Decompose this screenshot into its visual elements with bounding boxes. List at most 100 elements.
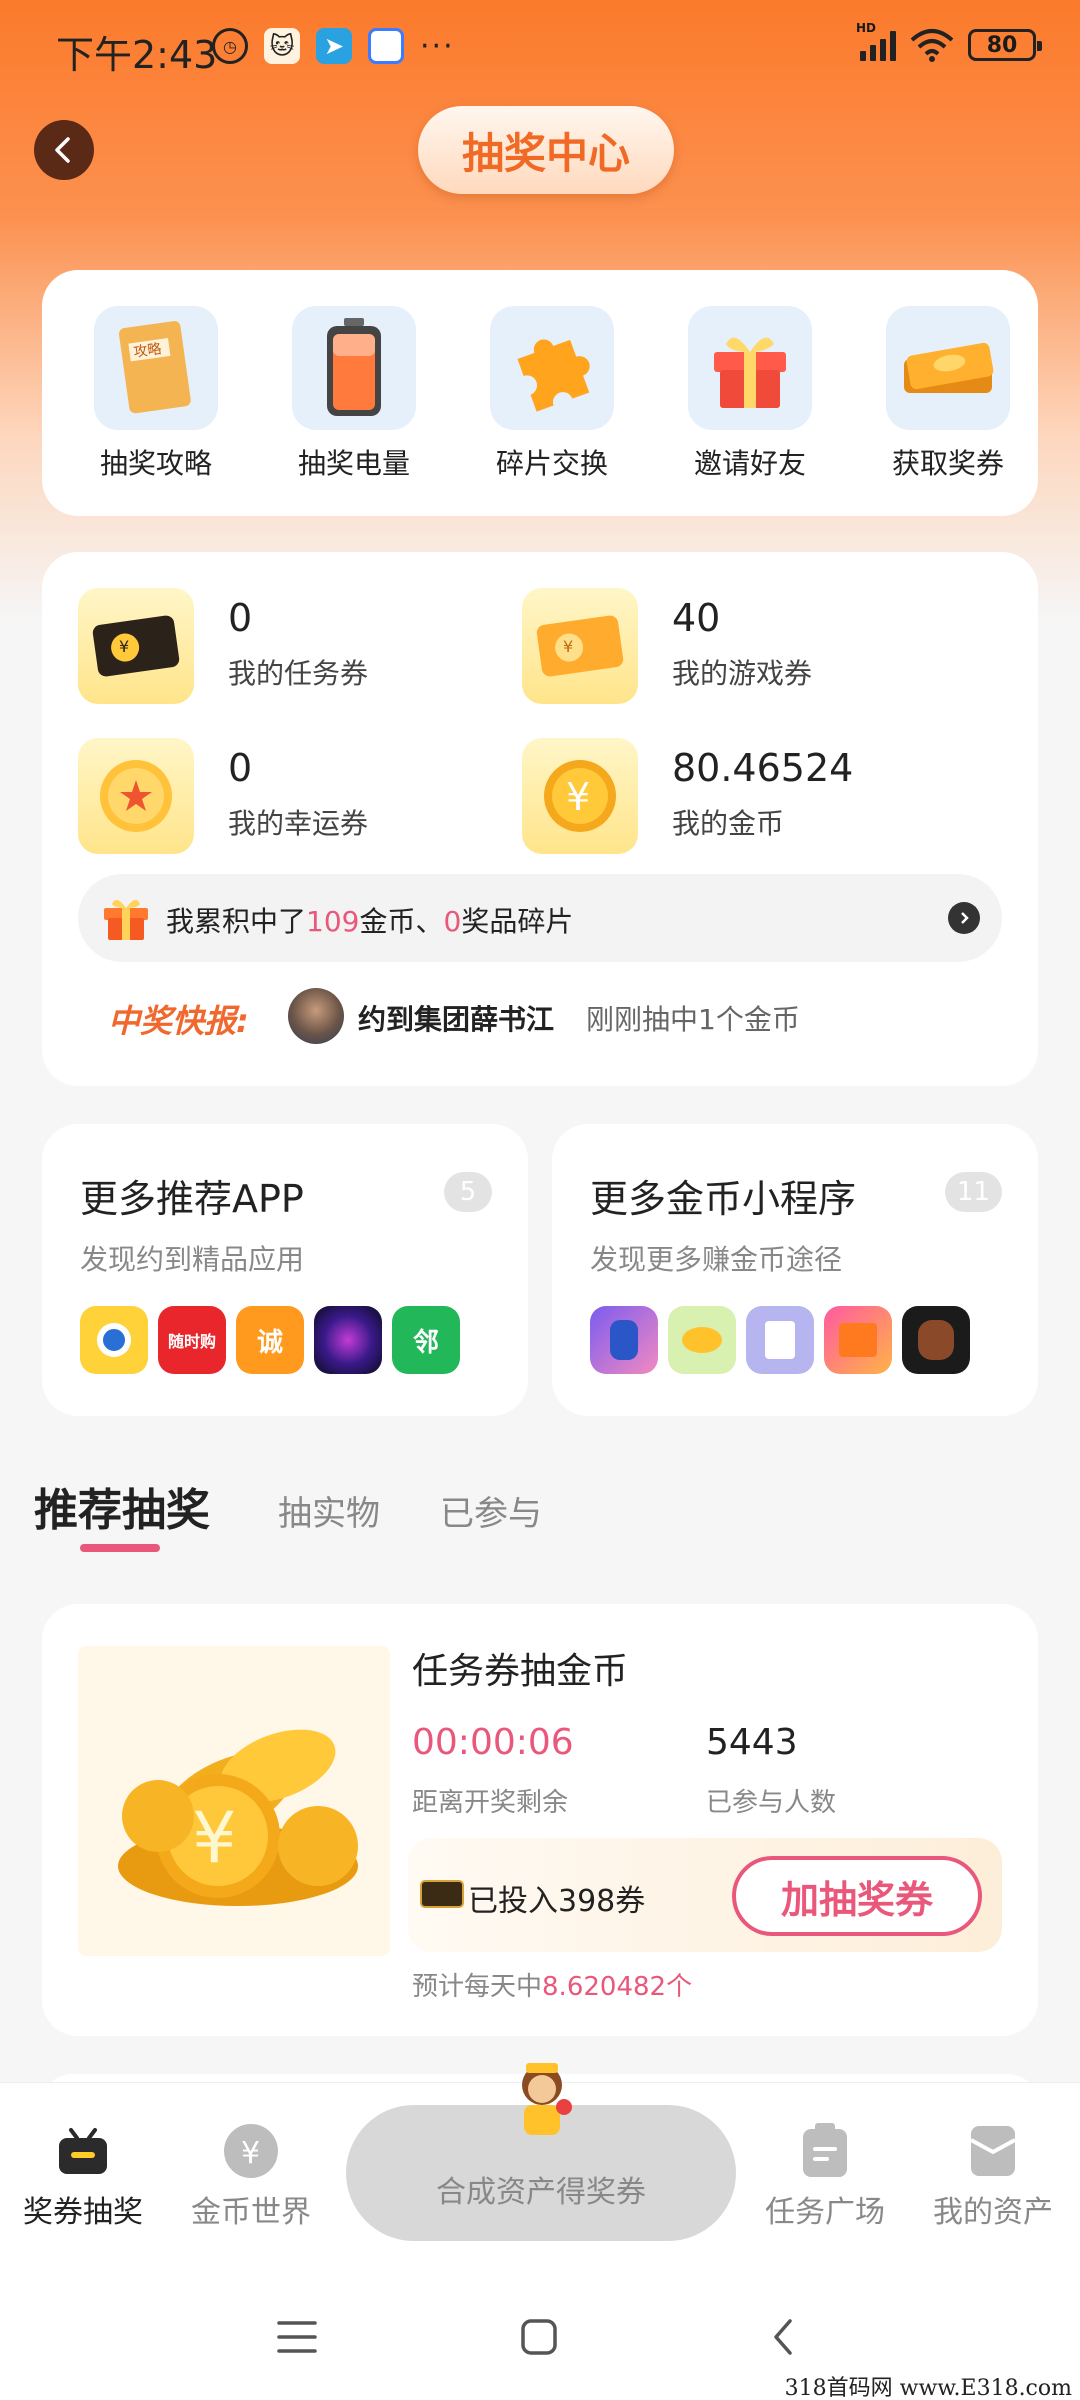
nav-task-plaza[interactable]: 任务广场 <box>750 2123 900 2231</box>
lin-app-icon[interactable]: 邻 <box>392 1306 460 1374</box>
my-assets-card: ¥ 0 我的任务券 ¥ 40 我的游戏券 0 我的幸运券 ¥ 80.46524 … <box>42 552 1038 1086</box>
battery-indicator: 80 <box>968 29 1042 61</box>
stat-value: 0 <box>228 746 253 790</box>
active-tab-indicator <box>80 1544 160 1552</box>
accum-suffix: 奖品碎片 <box>461 905 574 938</box>
nav-label: 奖券抽奖 <box>23 2195 143 2230</box>
mascot-icon <box>522 2063 572 2135</box>
menu-icon[interactable] <box>272 2312 322 2362</box>
lottery-tabs: 推荐抽奖 抽实物 已参与 <box>34 1474 602 1538</box>
svg-text:¥: ¥ <box>566 775 590 819</box>
tab-recommended[interactable]: 推荐抽奖 <box>34 1474 210 1538</box>
synthesize-assets-button[interactable]: 合成资产得奖券 <box>346 2063 736 2241</box>
quick-item-fragment-exchange[interactable]: 碎片交换 <box>472 306 632 482</box>
quick-item-invite-friends[interactable]: 邀请好友 <box>670 306 830 482</box>
stat-task-tickets[interactable]: ¥ 0 我的任务券 <box>78 588 518 708</box>
svg-text:¥: ¥ <box>241 2136 260 2171</box>
nav-my-assets[interactable]: 我的资产 <box>918 2123 1068 2231</box>
mini-program-icon-row <box>590 1306 970 1374</box>
countdown-label: 距离开奖剩余 <box>412 1788 569 1818</box>
stat-lucky-tickets[interactable]: 0 我的幸运券 <box>78 738 518 858</box>
more-mini-programs-subtitle: 发现更多赚金币途径 <box>590 1243 843 1276</box>
accumulated-winnings-bar[interactable]: 我累积中了109金币、0奖品碎片 <box>78 874 1002 962</box>
orb-app-icon[interactable] <box>314 1306 382 1374</box>
status-right: HD 80 <box>856 21 1042 62</box>
back-button[interactable] <box>34 120 94 180</box>
yuan-coin-icon: ¥ <box>223 2123 279 2179</box>
more-apps-card[interactable]: 更多推荐APP 5 发现约到精品应用 随时购 诚 邻 <box>42 1124 528 1416</box>
watermark: 318首码网 www.E318.com <box>784 2376 1072 2400</box>
nav-ticket-lottery[interactable]: 奖券抽奖 <box>8 2123 158 2231</box>
nav-label: 任务广场 <box>765 2195 885 2230</box>
svg-text:¥: ¥ <box>119 637 129 656</box>
add-ticket-button[interactable]: 加抽奖券 <box>732 1856 982 1936</box>
jar-mini-program-icon[interactable] <box>902 1306 970 1374</box>
back-icon[interactable] <box>758 2312 808 2362</box>
app-notification-icon: 🐱 <box>264 28 300 64</box>
hero-mini-program-icon[interactable] <box>590 1306 658 1374</box>
participant-label: 已参与人数 <box>706 1788 837 1818</box>
estimate-prefix: 预计每天中 <box>412 1972 543 2002</box>
cheng-app-icon[interactable]: 诚 <box>236 1306 304 1374</box>
task-ticket-icon: ¥ <box>78 588 194 704</box>
stat-game-tickets[interactable]: ¥ 40 我的游戏券 <box>522 588 962 708</box>
telegram-icon: ➤ <box>316 28 352 64</box>
chevron-left-icon <box>55 137 70 163</box>
stat-value: 0 <box>228 596 253 640</box>
accum-middle: 金币、 <box>359 905 444 938</box>
synthesize-assets-label: 合成资产得奖券 <box>436 2175 646 2210</box>
page-title: 抽奖中心 <box>418 106 674 194</box>
wallet-icon <box>965 2123 1021 2179</box>
accum-coins: 109 <box>306 905 360 938</box>
more-mini-programs-card[interactable]: 更多金币小程序 11 发现更多赚金币途径 <box>552 1124 1038 1416</box>
clipboard-icon <box>797 2123 853 2179</box>
accum-prefix: 我累积中了 <box>166 905 307 938</box>
chevron-right-icon <box>948 902 980 934</box>
count-badge: 11 <box>944 1172 1002 1212</box>
stat-gold-coins[interactable]: ¥ 80.46524 我的金币 <box>522 738 962 858</box>
bottom-navigation: 奖券抽奖 ¥ 金币世界 合成资产得奖券 任务广场 我的资产 <box>0 2063 1080 2268</box>
gold-coin-icon: ¥ <box>522 738 638 854</box>
participant-count: 5443 <box>706 1722 798 1763</box>
suishigou-app-icon[interactable]: 随时购 <box>158 1306 226 1374</box>
stat-label: 我的金币 <box>672 807 785 840</box>
tab-participated[interactable]: 已参与 <box>440 1486 542 1535</box>
coins-mini-program-icon[interactable] <box>668 1306 736 1374</box>
accumulated-text: 我累积中了109金币、0奖品碎片 <box>166 900 573 940</box>
status-notification-icons: ◷ 🐱 ➤ ··· <box>212 28 455 64</box>
quick-item-label: 获取奖券 <box>891 447 1004 480</box>
quick-item-label: 碎片交换 <box>495 447 608 480</box>
wifi-icon <box>910 28 954 62</box>
quick-item-get-tickets[interactable]: 获取奖券 <box>868 306 1028 482</box>
box-mini-program-icon[interactable] <box>824 1306 892 1374</box>
tab-physical-prizes[interactable]: 抽实物 <box>278 1486 380 1535</box>
quick-item-battery[interactable]: 抽奖电量 <box>274 306 434 482</box>
app-icon-row: 随时购 诚 邻 <box>80 1306 460 1374</box>
nav-coin-world[interactable]: ¥ 金币世界 <box>176 2123 326 2231</box>
penguin-app-icon[interactable] <box>80 1306 148 1374</box>
count-badge: 5 <box>444 1172 492 1212</box>
lottery-title: 任务券抽金币 <box>412 1651 629 1692</box>
lottery-card[interactable]: ¥ 任务券抽金币 00:00:06 距离开奖剩余 5443 已参与人数 已投入3… <box>42 1604 1038 2036</box>
ticket-icon <box>886 306 1010 430</box>
more-apps-title: 更多推荐APP <box>80 1177 304 1221</box>
document-mini-program-icon[interactable] <box>746 1306 814 1374</box>
quick-item-label: 抽奖攻略 <box>99 447 212 480</box>
battery-icon <box>292 306 416 430</box>
estimate-value: 8.620482个 <box>542 1972 693 2002</box>
home-icon[interactable] <box>514 2312 564 2362</box>
puzzle-piece-icon <box>490 306 614 430</box>
gold-coins-image: ¥ <box>78 1646 390 1956</box>
svg-text:¥: ¥ <box>192 1797 237 1879</box>
stat-label: 我的幸运券 <box>228 807 369 840</box>
nav-label: 金币世界 <box>191 2195 311 2230</box>
ticket-box-icon <box>55 2123 111 2179</box>
quick-item-label: 邀请好友 <box>693 447 806 480</box>
quick-item-strategy[interactable]: 攻略 抽奖攻略 <box>76 306 236 482</box>
more-notifications-icon: ··· <box>420 28 455 64</box>
strategy-book-icon: 攻略 <box>94 306 218 430</box>
avatar <box>288 988 344 1044</box>
status-bar: 下午2:43 ◷ 🐱 ➤ ··· HD 80 <box>0 0 1080 96</box>
stat-label: 我的任务券 <box>228 657 369 690</box>
ticket-invest-bar: 已投入398券 加抽奖券 <box>408 1838 1002 1952</box>
